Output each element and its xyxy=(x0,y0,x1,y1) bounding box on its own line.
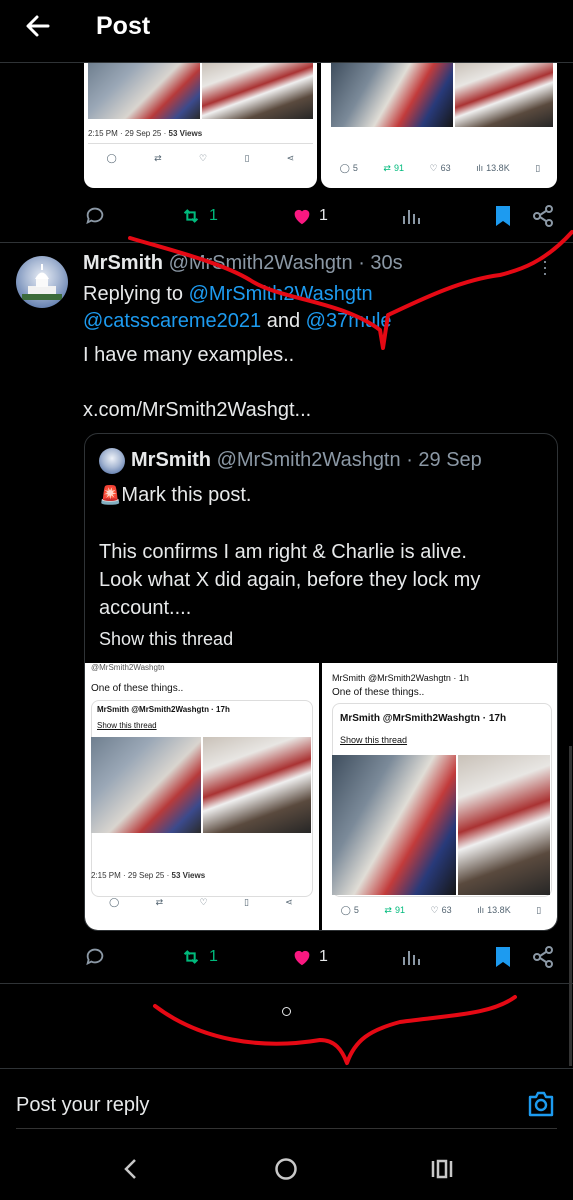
system-nav-bar xyxy=(0,1138,573,1200)
reply-input[interactable]: Post your reply xyxy=(16,1094,149,1117)
home-nav-icon[interactable] xyxy=(274,1157,298,1181)
recents-nav-icon[interactable] xyxy=(430,1158,454,1180)
red-annotation xyxy=(128,230,573,1065)
camera-icon[interactable] xyxy=(527,1091,555,1117)
reply-composer: Post your reply xyxy=(0,1068,573,1139)
back-nav-icon[interactable] xyxy=(120,1157,140,1181)
